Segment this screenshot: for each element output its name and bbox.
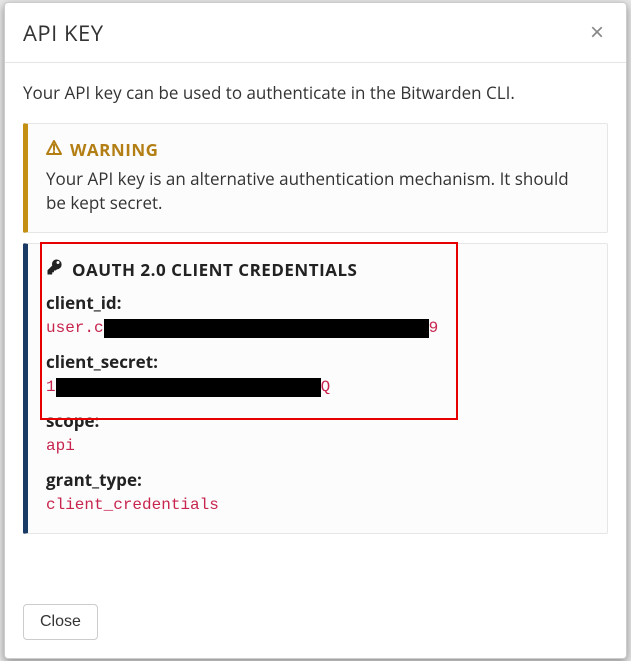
credentials-title-row: OAUTH 2.0 CLIENT CREDENTIALS (46, 258, 589, 281)
modal-body: Your API key can be used to authenticate… (5, 63, 626, 590)
client-id-suffix: 9 (429, 316, 439, 340)
client-secret-prefix: 1 (46, 375, 56, 399)
client-secret-redaction (56, 378, 321, 397)
key-icon (46, 258, 64, 281)
modal-footer: Close (5, 590, 626, 658)
client-secret-value: 1Q (46, 375, 589, 399)
client-secret-suffix: Q (321, 375, 331, 399)
warning-text: Your API key is an alternative authentic… (46, 167, 589, 216)
grant-type-label: grant_type: (46, 468, 589, 491)
warning-title-row: WARNING (46, 138, 589, 161)
scope-label: scope: (46, 409, 589, 432)
modal-header: API KEY × (5, 3, 626, 63)
credentials-title: OAUTH 2.0 CLIENT CREDENTIALS (72, 258, 357, 281)
client-id-redaction (104, 319, 429, 338)
grant-type-value: client_credentials (46, 493, 589, 517)
client-id-label: client_id: (46, 291, 589, 314)
modal-title: API KEY (23, 18, 104, 48)
warning-label: WARNING (70, 138, 158, 161)
credentials-box: OAUTH 2.0 CLIENT CREDENTIALS client_id: … (23, 243, 608, 534)
warning-alert: WARNING Your API key is an alternative a… (23, 123, 608, 233)
modal-intro: Your API key can be used to authenticate… (23, 81, 608, 105)
client-secret-label: client_secret: (46, 350, 589, 373)
scope-value: api (46, 434, 589, 458)
client-id-value: user.c 9 (46, 316, 589, 340)
close-button[interactable]: Close (23, 604, 98, 640)
client-id-prefix: user.c (46, 316, 104, 340)
api-key-modal: API KEY × Your API key can be used to au… (4, 2, 627, 659)
warning-icon (46, 138, 62, 161)
close-icon[interactable]: × (586, 21, 608, 45)
